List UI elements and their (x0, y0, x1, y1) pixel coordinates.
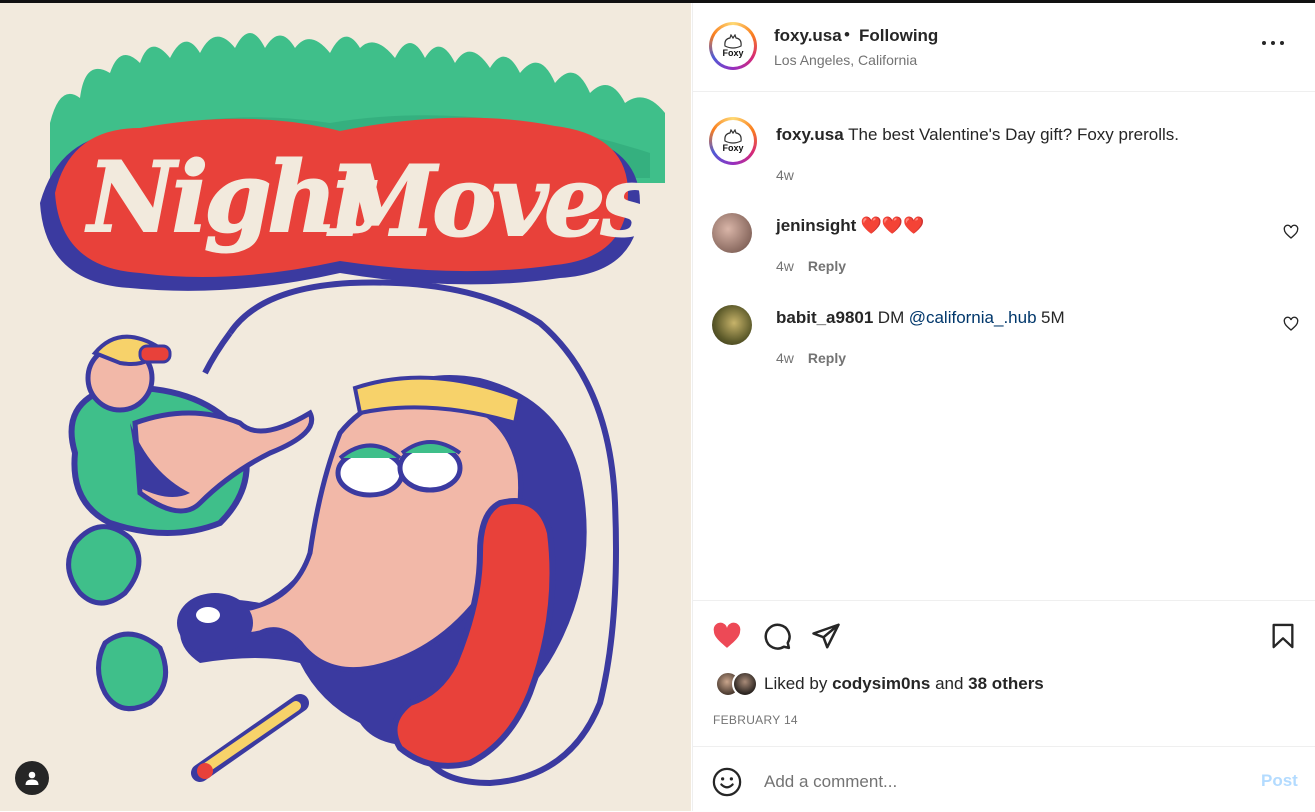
reply-button[interactable]: Reply (808, 350, 846, 366)
post-location[interactable]: Los Angeles, California (774, 52, 917, 68)
caption-author-avatar[interactable]: Foxy (709, 117, 757, 165)
likes-prefix: Liked by (764, 674, 828, 693)
comment-text: 5M (1041, 308, 1065, 327)
svg-text:Moves: Moves (327, 145, 654, 258)
likes-text: Liked by codysim0ns and 38 others (764, 674, 1044, 694)
smoke-puff (66, 524, 142, 606)
author-logo-text: Foxy (722, 48, 744, 58)
post-actions: Liked by codysim0ns and 38 others FEBRUA… (693, 600, 1315, 747)
following-button[interactable]: Following (859, 26, 938, 46)
comment: jeninsight ❤️❤️❤️ (776, 216, 1256, 236)
post-details-panel: Foxy foxy.usa • Following Los Angeles, C… (692, 3, 1315, 811)
author-logo-text: Foxy (722, 143, 744, 153)
more-icon[interactable] (1259, 31, 1287, 55)
comment-username[interactable]: jeninsight (776, 216, 856, 235)
comments-section: Foxy foxy.usa The best Valentine's Day g… (693, 92, 1315, 600)
comment-username[interactable]: babit_a9801 (776, 308, 873, 327)
heart-outline-icon[interactable] (1283, 224, 1299, 240)
comment-meta: 4w Reply (776, 350, 846, 366)
author-avatar[interactable]: Foxy (709, 22, 757, 70)
post-header: Foxy foxy.usa • Following Los Angeles, C… (693, 3, 1315, 92)
comment-mention-link[interactable]: @california_.hub (909, 308, 1037, 327)
commenter-avatar[interactable] (712, 213, 752, 253)
post-comment-button[interactable]: Post (1261, 771, 1298, 791)
liker-avatar[interactable] (732, 671, 758, 697)
caption-username[interactable]: foxy.usa (776, 125, 844, 144)
woman-figure (68, 334, 314, 536)
author-username[interactable]: foxy.usa (774, 26, 842, 46)
comment-input[interactable] (762, 765, 1236, 799)
comment-age[interactable]: 4w (776, 350, 794, 366)
separator-dot: • (844, 25, 850, 44)
likes-others-link[interactable]: 38 others (968, 674, 1044, 693)
emoji-icon[interactable] (712, 767, 742, 797)
night-moves-artwork: Night Moves (40, 33, 665, 787)
reply-button[interactable]: Reply (808, 258, 846, 274)
add-comment-bar: Post (693, 746, 1315, 812)
caption-text: The best Valentine's Day gift? Foxy prer… (848, 125, 1179, 144)
caption: foxy.usa The best Valentine's Day gift? … (776, 125, 1276, 145)
comment-text: ❤️❤️❤️ (860, 216, 925, 235)
comment-text: DM (877, 308, 905, 327)
post-date[interactable]: FEBRUARY 14 (713, 713, 798, 727)
caption-age[interactable]: 4w (776, 167, 794, 183)
likes-summary: Liked by codysim0ns and 38 others (715, 671, 1044, 697)
commenter-avatar[interactable] (712, 305, 752, 345)
comment-age[interactable]: 4w (776, 258, 794, 274)
comment: babit_a9801 DM @california_.hub 5M (776, 308, 1256, 328)
user-tag-icon (25, 771, 39, 785)
comment-icon[interactable] (762, 621, 792, 651)
post-image[interactable]: Night Moves (0, 3, 691, 811)
bookmark-icon[interactable] (1269, 621, 1297, 651)
smoke-puff (96, 631, 169, 712)
comment-meta: 4w Reply (776, 258, 846, 274)
tagged-users-button[interactable] (15, 761, 49, 795)
likes-joiner: and (935, 674, 964, 693)
heart-filled-icon[interactable] (711, 621, 743, 651)
share-icon[interactable] (811, 621, 841, 651)
liker-username[interactable]: codysim0ns (832, 674, 930, 693)
title-lettering: Night Moves (40, 117, 659, 291)
heart-outline-icon[interactable] (1283, 316, 1299, 332)
